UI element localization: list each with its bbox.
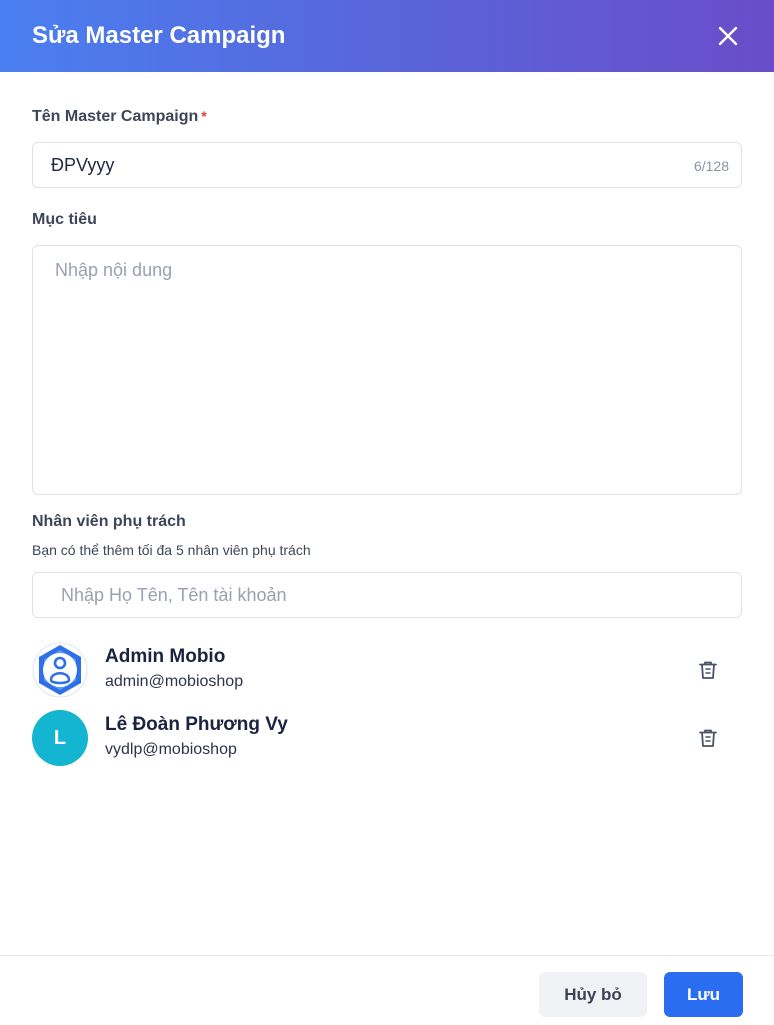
staff-hint: Bạn có thể thêm tối đa 5 nhân viên phụ t…: [32, 542, 311, 558]
member-email: vydlp@mobioshop: [105, 741, 237, 758]
modal-footer: Hủy bỏ Lưu: [0, 955, 774, 1025]
trash-icon[interactable]: [696, 658, 720, 682]
required-mark: *: [201, 108, 207, 124]
name-label: Tên Master Campaign *: [32, 108, 207, 126]
modal-header: Sửa Master Campaign: [0, 0, 774, 72]
modal-title: Sửa Master Campaign: [32, 22, 286, 49]
member-email: admin@mobioshop: [105, 673, 244, 690]
goal-placeholder: Nhập nội dung: [55, 260, 173, 280]
cancel-button[interactable]: Hủy bỏ: [539, 972, 647, 1017]
member-name: Admin Mobio: [105, 646, 226, 667]
avatar: L: [32, 710, 88, 766]
staff-search-placeholder: Nhập Họ Tên, Tên tài khoản: [61, 585, 287, 605]
goal-label: Mục tiêu: [32, 211, 97, 228]
trash-icon[interactable]: [696, 726, 720, 750]
campaign-name-input[interactable]: ĐPVyyy 6/128: [32, 142, 742, 188]
name-label-text: Tên Master Campaign: [32, 108, 199, 125]
campaign-name-value: ĐPVyyy: [51, 155, 115, 175]
goal-textarea[interactable]: Nhập nội dung: [32, 245, 742, 495]
char-counter: 6/128: [693, 158, 729, 174]
avatar: [32, 642, 88, 698]
person-hexagon-icon: [32, 642, 88, 698]
save-button[interactable]: Lưu: [664, 972, 743, 1017]
member-name: Lê Đoàn Phương Vy: [105, 714, 288, 735]
staff-label: Nhân viên phụ trách: [32, 513, 186, 530]
close-icon[interactable]: [712, 20, 744, 52]
member-item: Admin Mobio admin@mobioshop: [32, 642, 742, 698]
staff-search-input[interactable]: Nhập Họ Tên, Tên tài khoản: [32, 572, 742, 618]
member-item: L Lê Đoàn Phương Vy vydlp@mobioshop: [32, 710, 742, 766]
